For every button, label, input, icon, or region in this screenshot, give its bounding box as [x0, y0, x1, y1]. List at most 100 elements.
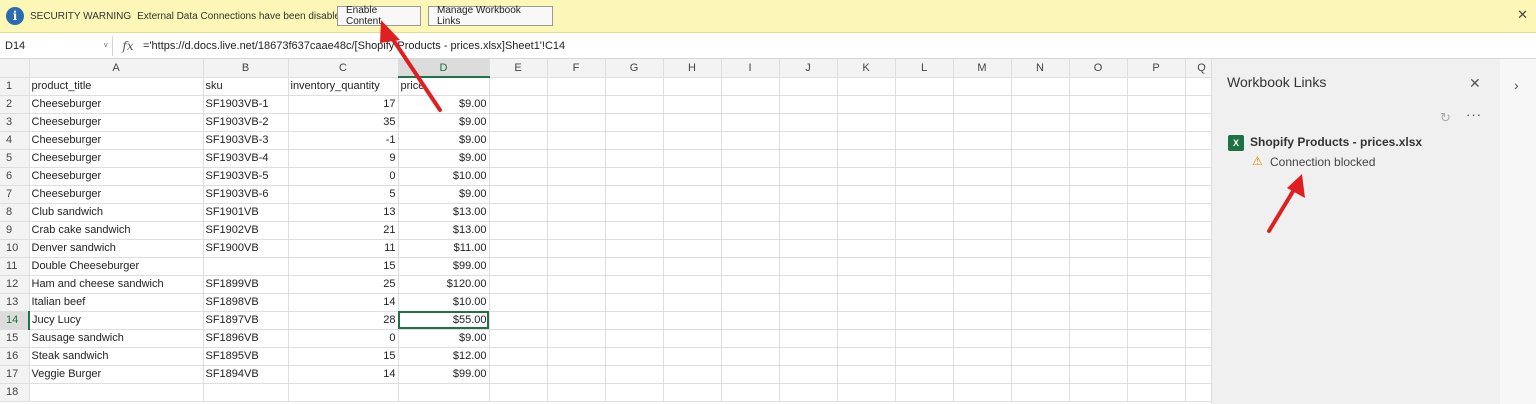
cell-empty[interactable]: [895, 347, 954, 366]
cell-empty[interactable]: [605, 77, 664, 96]
cell-empty[interactable]: [779, 293, 838, 312]
cell-empty[interactable]: [489, 293, 548, 312]
cell-empty[interactable]: [1127, 383, 1186, 402]
cell-empty[interactable]: [1011, 311, 1070, 330]
cell-empty[interactable]: [837, 365, 896, 384]
cell-empty[interactable]: [721, 293, 780, 312]
cell-empty[interactable]: [1011, 167, 1070, 186]
column-header-k[interactable]: K: [837, 59, 896, 78]
cell-empty[interactable]: [837, 257, 896, 276]
cell-empty[interactable]: [489, 347, 548, 366]
cell-empty[interactable]: [895, 311, 954, 330]
cell-empty[interactable]: [1127, 167, 1186, 186]
cell-empty[interactable]: [1069, 347, 1128, 366]
cell-c[interactable]: 21: [288, 221, 399, 240]
cell-a[interactable]: Cheeseburger: [29, 113, 204, 132]
chevron-right-icon[interactable]: ›: [1514, 77, 1519, 93]
cell-empty[interactable]: [489, 239, 548, 258]
cell-empty[interactable]: [605, 95, 664, 114]
cell-empty[interactable]: [1011, 113, 1070, 132]
cell-empty[interactable]: [1069, 203, 1128, 222]
cell-d[interactable]: $99.00: [398, 257, 490, 276]
cell-empty[interactable]: [1069, 113, 1128, 132]
cell-empty[interactable]: [605, 113, 664, 132]
row-header[interactable]: 17: [0, 365, 30, 384]
manage-workbook-links-button[interactable]: Manage Workbook Links: [428, 5, 553, 27]
cell-c[interactable]: 0: [288, 329, 399, 348]
cell-empty[interactable]: [1127, 149, 1186, 168]
cell-c[interactable]: 0: [288, 167, 399, 186]
cell-empty[interactable]: [721, 149, 780, 168]
cell-empty[interactable]: [1069, 329, 1128, 348]
row-header[interactable]: 2: [0, 95, 30, 114]
column-header-h[interactable]: H: [663, 59, 722, 78]
cell-empty[interactable]: [1011, 149, 1070, 168]
cell-empty[interactable]: [663, 347, 722, 366]
cell-a[interactable]: Double Cheeseburger: [29, 257, 204, 276]
cell-d[interactable]: $10.00: [398, 293, 490, 312]
cell-b[interactable]: SF1903VB-2: [203, 113, 289, 132]
name-box[interactable]: D14 ˅: [1, 35, 113, 56]
cell-c[interactable]: 35: [288, 113, 399, 132]
cell-empty[interactable]: [895, 383, 954, 402]
cell-empty[interactable]: [605, 185, 664, 204]
row-header[interactable]: 6: [0, 167, 30, 186]
cell-c[interactable]: [288, 383, 399, 402]
more-options-icon[interactable]: ···: [1466, 107, 1482, 122]
cell-empty[interactable]: [837, 329, 896, 348]
cell-empty[interactable]: [1069, 311, 1128, 330]
row-header[interactable]: 14: [0, 311, 30, 330]
cell-empty[interactable]: [721, 275, 780, 294]
cell-empty[interactable]: [1069, 185, 1128, 204]
cell-empty[interactable]: [489, 167, 548, 186]
cell-empty[interactable]: [721, 167, 780, 186]
cell-empty[interactable]: [1127, 311, 1186, 330]
cell-empty[interactable]: [547, 257, 606, 276]
cell-empty[interactable]: [953, 149, 1012, 168]
column-header-j[interactable]: J: [779, 59, 838, 78]
cell-empty[interactable]: [779, 167, 838, 186]
cell-empty[interactable]: [1127, 113, 1186, 132]
cell-empty[interactable]: [721, 311, 780, 330]
cell-empty[interactable]: [489, 113, 548, 132]
cell-empty[interactable]: [895, 95, 954, 114]
cell-b[interactable]: SF1896VB: [203, 329, 289, 348]
cell-empty[interactable]: [837, 275, 896, 294]
cell-empty[interactable]: [837, 131, 896, 150]
cell-empty[interactable]: [489, 311, 548, 330]
cell-b[interactable]: SF1899VB: [203, 275, 289, 294]
cell-empty[interactable]: [489, 185, 548, 204]
refresh-icon[interactable]: ↻: [1440, 110, 1451, 126]
cell-d[interactable]: $10.00: [398, 167, 490, 186]
cell-d[interactable]: $12.00: [398, 347, 490, 366]
cell-a[interactable]: Cheeseburger: [29, 185, 204, 204]
column-header-o[interactable]: O: [1069, 59, 1128, 78]
cell-empty[interactable]: [1127, 221, 1186, 240]
cell-empty[interactable]: [837, 185, 896, 204]
cell-empty[interactable]: [663, 95, 722, 114]
cell-empty[interactable]: [547, 329, 606, 348]
cell-empty[interactable]: [1011, 185, 1070, 204]
cell-empty[interactable]: [837, 113, 896, 132]
cell-empty[interactable]: [663, 113, 722, 132]
cell-empty[interactable]: [779, 185, 838, 204]
cell-empty[interactable]: [547, 95, 606, 114]
cell-empty[interactable]: [1127, 347, 1186, 366]
row-header[interactable]: 12: [0, 275, 30, 294]
cell-empty[interactable]: [895, 275, 954, 294]
cell-empty[interactable]: [895, 77, 954, 96]
row-header[interactable]: 5: [0, 149, 30, 168]
cell-empty[interactable]: [663, 167, 722, 186]
cell-a[interactable]: Cheeseburger: [29, 167, 204, 186]
column-header-d[interactable]: D: [398, 59, 490, 78]
cell-empty[interactable]: [605, 149, 664, 168]
cell-empty[interactable]: [1011, 275, 1070, 294]
cell-empty[interactable]: [489, 131, 548, 150]
column-header-a[interactable]: A: [29, 59, 204, 78]
cell-a[interactable]: Sausage sandwich: [29, 329, 204, 348]
column-header-b[interactable]: B: [203, 59, 289, 78]
cell-c[interactable]: inventory_quantity: [288, 77, 399, 96]
cell-empty[interactable]: [837, 239, 896, 258]
column-header-e[interactable]: E: [489, 59, 548, 78]
cell-empty[interactable]: [547, 347, 606, 366]
